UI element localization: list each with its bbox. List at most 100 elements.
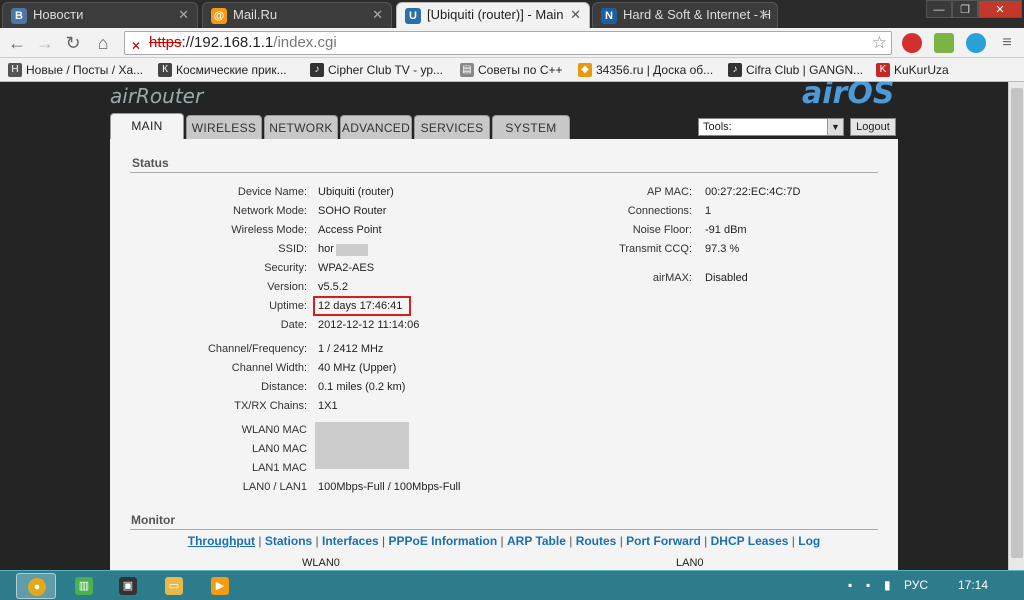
monitor-col-wlan0: WLAN0 [302,557,340,569]
url-scheme: https [149,34,182,51]
back-icon[interactable]: ← [6,32,28,54]
menu-icon[interactable]: ≡ [996,32,1018,54]
bookmark-star-icon[interactable]: ☆ [872,32,887,54]
maximize-button[interactable]: ❐ [952,0,978,18]
forward-icon[interactable]: → [34,32,56,54]
chains-label: TX/RX Chains: [234,400,307,412]
tab-network[interactable]: NETWORK [264,115,338,139]
page-viewport: airRouter airOS MAIN WIRELESS NETWORK AD… [0,82,1008,570]
site-icon: К [158,63,172,77]
connections-label: Connections: [627,205,692,217]
page-scrollbar[interactable] [1008,82,1024,570]
tab-title: Новости [33,7,84,22]
url-path: /index.cgi [273,34,337,51]
lan0-mac-label: LAN0 MAC [251,443,307,455]
play-icon: ▶ [211,577,229,595]
bookmark-label: 34356.ru | Доска об... [596,63,714,77]
lan-speed-value: 100Mbps-Full / 100Mbps-Full [318,481,461,493]
link-dhcp-leases[interactable]: DHCP Leases [711,534,789,548]
tab-hard-soft[interactable]: N Hard & Soft & Internet - H ✕ [592,2,778,28]
channel-label: Channel/Frequency: [207,343,307,355]
device-name-label: Device Name: [237,186,307,198]
clock[interactable]: 17:14 [958,578,988,592]
version-label: Version: [267,281,307,293]
scrollbar-thumb[interactable] [1011,88,1023,558]
tray-icon[interactable]: ▪ [848,578,852,592]
link-stations[interactable]: Stations [265,534,312,548]
reload-icon[interactable]: ↻ [62,32,84,54]
close-tab-icon[interactable]: ✕ [178,3,189,27]
device-name-value: Ubiquiti (router) [318,186,394,198]
tab-wireless[interactable]: WIRELESS [186,115,262,139]
url-host: ://192.168.1.1 [181,34,274,51]
kukuruza-icon: K [876,63,890,77]
tab-vk-news[interactable]: В Новости ✕ [2,2,198,28]
link-routes[interactable]: Routes [576,534,617,548]
taskbar-player[interactable]: ▶ [200,573,240,599]
bookmark-item[interactable]: ♪ Cifra Club | GANGN... [728,62,863,78]
link-throughput[interactable]: Throughput [188,534,255,548]
date-label: Date: [280,319,307,331]
minimize-button[interactable]: — [926,0,952,18]
chrome-icon: ● [28,578,46,596]
distance-label: Distance: [261,381,307,393]
wireless-mode-label: Wireless Mode: [231,224,307,236]
close-tab-icon[interactable]: ✕ [758,3,769,27]
link-interfaces[interactable]: Interfaces [322,534,379,548]
taskbar-explorer[interactable]: ▭ [154,573,194,599]
language-indicator[interactable]: РУС [904,578,928,592]
tray-icon[interactable]: ▪ [866,578,870,592]
download-icon[interactable] [934,33,954,53]
tab-ubiquiti[interactable]: U [Ubiquiti (router)] - Main ✕ [396,2,590,28]
divider [130,529,878,530]
monitor-col-lan0: LAN0 [676,557,704,569]
habr-icon: H [8,63,22,77]
link-pppoe[interactable]: PPPoE Information [389,534,498,548]
address-bar[interactable]: ✕ https://192.168.1.1/index.cgi ☆ [124,31,892,55]
bookmark-item[interactable]: ▤ Советы по C++ [460,62,563,78]
taskbar-app[interactable]: ▥ [64,573,104,599]
guitar-icon: ♪ [310,63,324,77]
ubiquiti-icon: U [405,8,421,24]
tab-system[interactable]: SYSTEM [492,115,570,139]
taskbar-media[interactable]: ▣ [108,573,148,599]
ap-mac-value: 00:27:22:EC:4C:7D [705,186,801,198]
browser-toolbar: ← → ↻ ⌂ ✕ https://192.168.1.1/index.cgi ☆… [0,28,1024,58]
bookmark-item[interactable]: H Новые / Посты / Ха... [8,62,143,78]
airmax-value: Disabled [705,272,748,284]
bookmark-item[interactable]: К Космические прик... [158,62,287,78]
close-tab-icon[interactable]: ✕ [570,3,581,27]
home-icon[interactable]: ⌂ [92,32,114,54]
tab-advanced[interactable]: ADVANCED [340,115,412,139]
link-log[interactable]: Log [798,534,820,548]
logout-button[interactable]: Logout [850,118,896,136]
taskbar-chrome[interactable]: ● [16,573,56,599]
bookmark-item[interactable]: ♪ Cipher Club TV - ур... [310,62,443,78]
wlan0-mac-label: WLAN0 MAC [241,424,307,436]
ssid-value: hor [318,243,334,255]
tab-services[interactable]: SERVICES [414,115,490,139]
link-port-forward[interactable]: Port Forward [626,534,701,548]
bookmark-item[interactable]: K KuKurUza [876,62,949,78]
security-label: Security: [264,262,307,274]
security-value: WPA2-AES [318,262,375,274]
close-tab-icon[interactable]: ✕ [372,3,383,27]
tab-title: [Ubiquiti (router)] - Main [427,7,564,22]
lan1-mac-label: LAN1 MAC [251,462,307,474]
close-window-button[interactable]: ✕ [978,0,1022,18]
wireless-mode-value: Access Point [318,224,382,236]
windows-taskbar: ● ▥ ▣ ▭ ▶ ▪ ▪ ▮ РУС 17:14 [0,570,1024,600]
adblock-icon[interactable] [902,33,922,53]
tab-mailru[interactable]: @ Mail.Ru ✕ [202,2,392,28]
extension-icon[interactable] [966,33,986,53]
tools-dropdown[interactable]: Tools: ▼ [698,118,844,136]
network-icon[interactable]: ▮ [884,578,891,592]
uptime-highlight-box [313,296,411,316]
link-arp-table[interactable]: ARP Table [507,534,566,548]
redacted-block [336,244,368,256]
bookmark-label: Советы по C++ [478,63,563,77]
bookmark-item[interactable]: ◆ 34356.ru | Доска об... [578,62,713,78]
noise-floor-value: -91 dBm [705,224,747,236]
bookmark-label: Новые / Посты / Ха... [26,63,144,77]
tab-main[interactable]: MAIN [110,113,184,141]
